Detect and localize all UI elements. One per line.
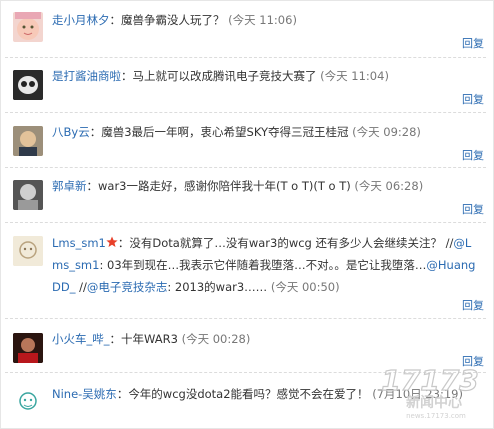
comment-item: 郭卓新：war3一路走好，感谢你陪伴我十年(T o T)(T o T) (今天 … <box>0 167 494 222</box>
comment-body: 十年WAR3 <box>121 332 178 346</box>
comment-time: (今天 00:28) <box>181 332 251 346</box>
avatar[interactable] <box>13 70 43 100</box>
avatar[interactable] <box>13 333 43 363</box>
comment-text: 八By云：魔兽3最后一年啊，衷心希望SKY夺得三冠王桂冠 (今天 09:28) <box>52 125 421 139</box>
user-name-link[interactable]: 是打酱油商啦 <box>52 69 121 83</box>
comment-body-part: : 03年到现在…我表示它伴随着我堕落…不对。。是它让我堕落… <box>99 258 427 272</box>
avatar[interactable] <box>13 387 43 417</box>
comment-text: 郭卓新：war3一路走好，感谢你陪伴我十年(T o T)(T o T) (今天 … <box>52 179 424 193</box>
comment-text: 走小月林夕：魔兽争霸没人玩了？ (今天 11:06) <box>52 13 297 27</box>
avatar[interactable] <box>13 126 43 156</box>
comment-item: 八By云：魔兽3最后一年啊，衷心希望SKY夺得三冠王桂冠 (今天 09:28) … <box>0 112 494 167</box>
comment-item: Lms_sm1 ：没有Dota就算了…没有war3的wcg 还有多少人会继续关注？… <box>0 222 494 318</box>
svg-text:news.17173.com: news.17173.com <box>406 412 466 420</box>
comment-body-part: : 2013的war3…… <box>167 280 268 294</box>
comment-text: 是打酱油商啦：马上就可以改成腾讯电子竞技大赛了 (今天 11:04) <box>52 69 389 83</box>
reply-button[interactable]: 回复 <box>462 147 484 163</box>
user-name-link[interactable]: 八By云 <box>52 125 90 139</box>
user-name-link[interactable]: 走小月林夕 <box>52 13 110 27</box>
reply-button[interactable]: 回复 <box>462 91 484 107</box>
user-name-link[interactable]: Nine-吴姚东 <box>52 387 117 401</box>
comment-item: 是打酱油商啦：马上就可以改成腾讯电子竞技大赛了 (今天 11:04) 回复 <box>0 57 494 112</box>
watermark: 17173 新闻中心 news.17173.com <box>374 360 486 425</box>
comment-body: 马上就可以改成腾讯电子竞技大赛了 <box>132 69 317 83</box>
reply-button[interactable]: 回复 <box>462 201 484 217</box>
comment-time: (今天 11:04) <box>320 69 389 83</box>
user-name-link[interactable]: 郭卓新 <box>52 179 87 193</box>
17173-logo-icon: 17173 新闻中心 news.17173.com <box>381 363 480 420</box>
svg-text:新闻中心: 新闻中心 <box>406 394 462 411</box>
reply-button[interactable]: 回复 <box>462 297 484 313</box>
comment-body: 今年的wcg没dota2能看吗？感觉不会在爱了！ <box>128 387 369 401</box>
comment-time: (今天 09:28) <box>352 125 421 139</box>
avatar[interactable] <box>13 236 43 266</box>
svg-text:17173: 17173 <box>381 364 478 397</box>
avatar[interactable] <box>13 12 43 42</box>
comment-time: (今天 11:06) <box>228 13 297 27</box>
user-name-link[interactable]: 小火车_哔_ <box>52 332 110 346</box>
comment-time: (今天 06:28) <box>354 179 424 193</box>
comment-item: 走小月林夕：魔兽争霸没人玩了？ (今天 11:06) 回复 <box>0 0 494 57</box>
comment-text: 小火车_哔_：十年WAR3 (今天 00:28) <box>52 332 251 346</box>
comment-text: Lms_sm1 ：没有Dota就算了…没有war3的wcg 还有多少人会继续关注？… <box>52 236 476 294</box>
avatar[interactable] <box>13 180 43 210</box>
comment-body: 没有Dota就算了…没有war3的wcg 还有多少人会继续关注？ // <box>129 236 454 250</box>
comment-body: 魔兽3最后一年啊，衷心希望SKY夺得三冠王桂冠 <box>101 125 349 139</box>
mention-link[interactable]: @电子竞技杂志 <box>87 280 168 294</box>
comment-body: war3一路走好，感谢你陪伴我十年(T o T)(T o T) <box>98 179 351 193</box>
comment-time: (今天 00:50) <box>270 280 340 294</box>
reply-button[interactable]: 回复 <box>462 35 484 51</box>
user-name-link[interactable]: Lms_sm1 <box>52 236 106 250</box>
comment-body-part: // <box>75 280 87 294</box>
star-badge-icon <box>106 236 118 247</box>
comment-body: 魔兽争霸没人玩了？ <box>121 13 225 27</box>
